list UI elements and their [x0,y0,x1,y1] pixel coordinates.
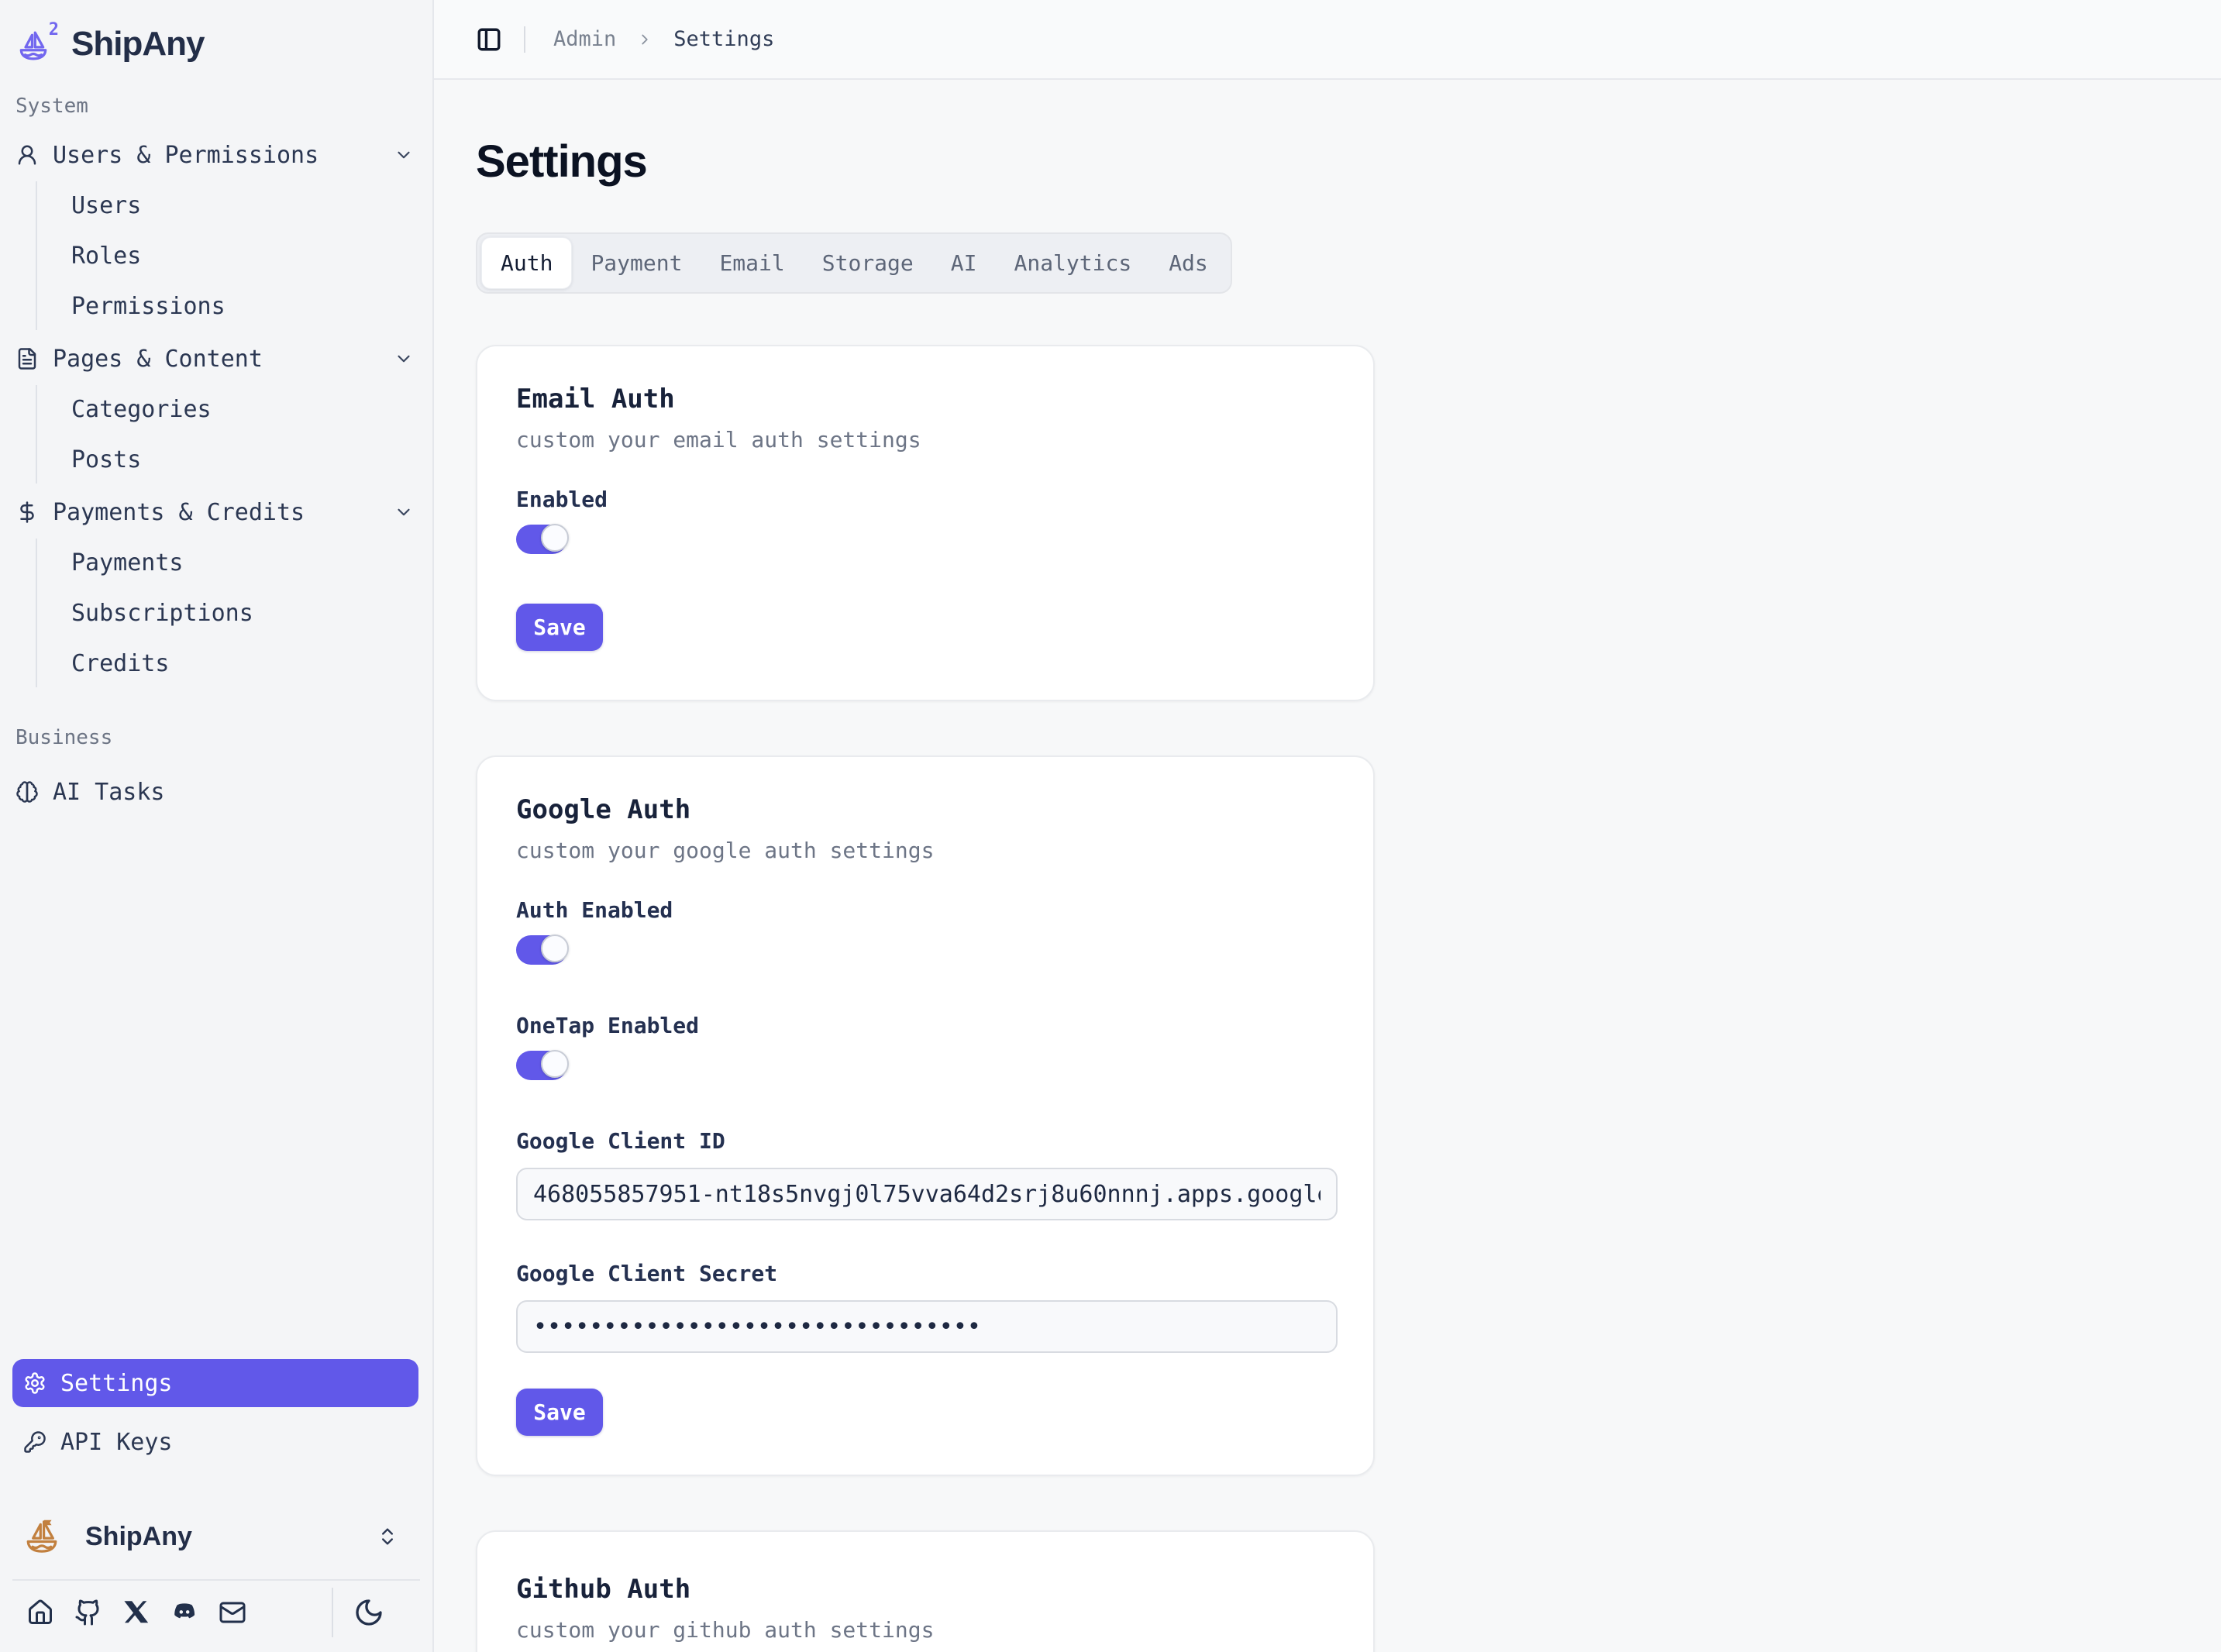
sidebar-footer: Settings API Keys ShipAny [0,1359,432,1641]
main-area: Admin Settings Settings Auth Payment Ema… [434,0,2221,1652]
github-auth-card: Github Auth custom your github auth sett… [476,1530,1375,1652]
social-divider [332,1588,333,1637]
sidebar-group-label-business: Business [15,726,432,749]
field-label-onetap-enabled: OneTap Enabled [516,1013,1334,1038]
tab-analytics[interactable]: Analytics [995,237,1150,289]
card-description: custom your google auth settings [516,838,1334,863]
key-icon [23,1430,46,1454]
field-label-google-client-id: Google Client ID [516,1128,1334,1154]
brain-icon [15,780,39,804]
panel-left-icon[interactable] [476,26,502,53]
card-title: Google Auth [516,794,1334,825]
settings-tabs: Auth Payment Email Storage AI Analytics … [476,232,1232,294]
sidebar-sublist: Users Roles Permissions [36,181,420,330]
sidebar-item-ai-tasks[interactable]: AI Tasks [12,768,420,816]
file-text-icon [15,347,39,370]
switch-knob [541,524,569,552]
app-window: 2 ShipAny System Users & Permissions Use… [0,0,2221,1652]
card-description: custom your github auth settings [516,1617,1334,1643]
brand-name: ShipAny [71,25,204,64]
breadcrumb: Admin Settings [553,27,774,51]
sidebar-group-label-system: System [15,95,432,118]
sidebar-item-api-keys[interactable]: API Keys [12,1418,420,1466]
brand-sup: 2 [49,20,59,40]
chevrons-up-down-icon [377,1526,398,1547]
google-auth-enabled-switch[interactable] [516,935,567,965]
chevron-down-icon [394,349,414,369]
switch-knob [541,934,569,962]
github-icon[interactable] [74,1599,102,1626]
sidebar-nav: Users & Permissions Users Roles Permissi… [0,129,432,692]
sidebar-divider [12,1579,420,1581]
home-icon[interactable] [26,1599,54,1626]
google-onetap-enabled-switch[interactable] [516,1051,567,1080]
x-icon[interactable] [122,1599,150,1626]
workspace-name: ShipAny [85,1522,192,1552]
google-client-secret-input[interactable] [516,1300,1338,1353]
field-label-google-client-secret: Google Client Secret [516,1261,1334,1286]
field-label-auth-enabled: Auth Enabled [516,897,1334,923]
breadcrumb-admin[interactable]: Admin [553,27,616,51]
save-button[interactable]: Save [516,1389,603,1436]
brand: 2 ShipAny [15,22,432,67]
page-title: Settings [476,136,2221,188]
social-links [12,1584,420,1641]
tab-ai[interactable]: AI [932,237,996,289]
sidebar-item-credits[interactable]: Credits [71,639,420,687]
dollar-sign-icon [15,501,39,524]
discord-icon[interactable] [170,1599,198,1626]
sidebar-sublist: Categories Posts [36,385,420,484]
email-enabled-switch[interactable] [516,525,567,554]
page-content: Settings Auth Payment Email Storage AI A… [434,80,2221,1652]
save-button[interactable]: Save [516,604,603,651]
sidebar-item-subscriptions[interactable]: Subscriptions [71,589,420,637]
sidebar-item-categories[interactable]: Categories [71,385,420,433]
sailboat-flag-icon [22,1515,62,1558]
tab-payment[interactable]: Payment [572,237,701,289]
card-title: Github Auth [516,1574,1334,1605]
mail-icon[interactable] [219,1599,246,1626]
sidebar-sublist: Payments Subscriptions Credits [36,539,420,687]
google-auth-card: Google Auth custom your google auth sett… [476,755,1375,1476]
tab-ads[interactable]: Ads [1150,237,1227,289]
gear-icon [23,1372,46,1395]
card-title: Email Auth [516,384,1334,415]
workspace-switcher[interactable]: ShipAny [22,1506,420,1567]
chevron-down-icon [394,145,414,165]
topbar: Admin Settings [434,0,2221,80]
sidebar-item-posts[interactable]: Posts [71,435,420,484]
sidebar-item-users[interactable]: Users [71,181,420,229]
moon-icon[interactable] [353,1597,384,1628]
sidebar-item-payments-credits[interactable]: Payments & Credits [12,488,420,536]
sidebar: 2 ShipAny System Users & Permissions Use… [0,0,434,1652]
card-description: custom your email auth settings [516,427,1334,453]
tab-storage[interactable]: Storage [804,237,932,289]
breadcrumb-settings: Settings [673,27,774,51]
sidebar-item-users-permissions[interactable]: Users & Permissions [12,131,420,179]
sidebar-nav-business: AI Tasks [0,760,432,816]
sidebar-item-permissions[interactable]: Permissions [71,282,420,330]
sailboat-icon: 2 [15,25,51,64]
chevron-down-icon [394,502,414,522]
field-label-enabled: Enabled [516,487,1334,512]
google-client-id-input[interactable] [516,1168,1338,1220]
switch-knob [541,1050,569,1078]
sidebar-item-settings[interactable]: Settings [12,1359,418,1407]
user-icon [15,143,39,167]
tab-auth[interactable]: Auth [481,237,572,289]
sidebar-item-payments[interactable]: Payments [71,539,420,587]
chevron-right-icon [636,31,653,48]
sidebar-item-roles[interactable]: Roles [71,232,420,280]
sidebar-item-pages-content[interactable]: Pages & Content [12,335,420,383]
tab-email[interactable]: Email [701,237,803,289]
topbar-divider [524,26,525,53]
email-auth-card: Email Auth custom your email auth settin… [476,345,1375,701]
